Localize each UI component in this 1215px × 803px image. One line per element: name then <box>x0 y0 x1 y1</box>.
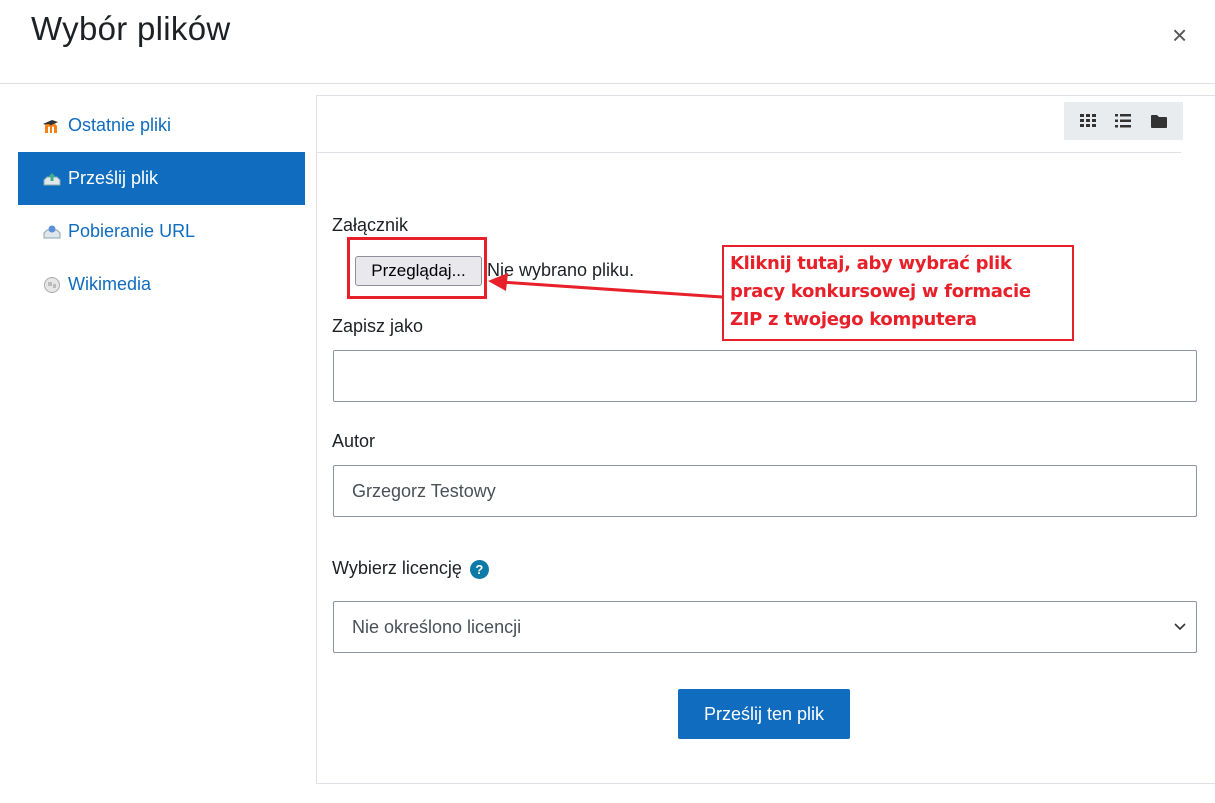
annotation-arrow <box>488 273 723 299</box>
annotation-line-3: ZIP z twojego komputera <box>730 309 977 330</box>
annotation-callout: Kliknij tutaj, aby wybrać plik pracy kon… <box>722 245 1074 341</box>
annotation-line-2: pracy konkursowej w formacie <box>730 281 1031 302</box>
annotation-line-1: Kliknij tutaj, aby wybrać plik <box>730 253 1012 274</box>
